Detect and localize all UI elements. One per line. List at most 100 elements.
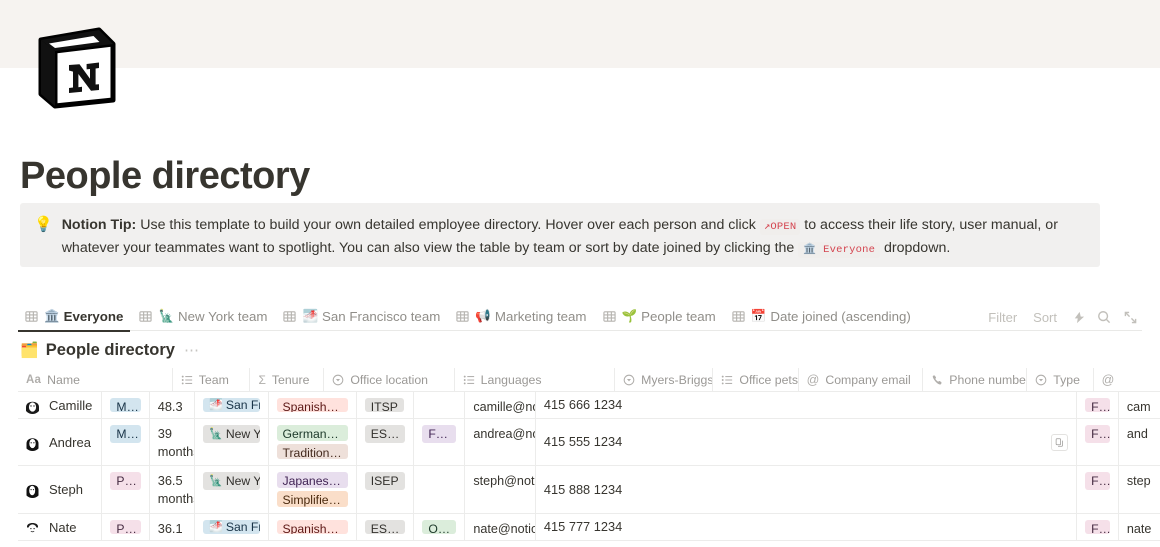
table-row[interactable]: Steph People 36.5 months 🗽New York Japanese … bbox=[18, 466, 1160, 514]
phone-icon bbox=[931, 374, 943, 386]
cell-company-email[interactable]: steph@notion.com bbox=[465, 466, 536, 513]
office-location-tag: 🗽New York bbox=[203, 472, 260, 490]
copy-icon[interactable] bbox=[1051, 433, 1069, 451]
cell-languages[interactable]: German - Intermediate Traditional Chinese… bbox=[269, 419, 357, 465]
cell-company-email[interactable]: andrea@notion.com bbox=[465, 419, 536, 465]
column-header-tenure[interactable]: Σ Tenure bbox=[250, 368, 325, 392]
cell-type[interactable]: Full time bbox=[1077, 392, 1119, 418]
cell-tenure[interactable]: 36.5 months bbox=[150, 466, 196, 513]
database-title-row: 🗂️ People directory ⋯ bbox=[20, 341, 200, 360]
cell-myers-briggs[interactable]: ESTP bbox=[357, 419, 415, 465]
column-header-label: Name bbox=[47, 373, 80, 387]
lightning-icon[interactable] bbox=[1066, 305, 1090, 329]
column-header-overflow[interactable]: @ bbox=[1094, 368, 1160, 392]
cell-team[interactable]: Marketing bbox=[102, 419, 150, 465]
office-label: New York bbox=[225, 427, 260, 441]
cell-name[interactable]: Andrea bbox=[18, 419, 103, 465]
myers-briggs-tag: ESTP bbox=[364, 425, 406, 443]
table-row[interactable]: Camille Marketing 48.3 months 🌁San Francisc… bbox=[18, 392, 1160, 419]
cell-myers-briggs[interactable]: ITSP bbox=[357, 392, 415, 418]
phone-number-value: 415 666 1234 bbox=[543, 397, 623, 412]
cell-overflow[interactable]: nate bbox=[1119, 514, 1160, 540]
search-icon[interactable] bbox=[1092, 305, 1116, 329]
cell-type[interactable]: Full time bbox=[1077, 466, 1119, 513]
cell-name[interactable]: Camille bbox=[18, 392, 103, 418]
cell-team[interactable]: People bbox=[102, 466, 150, 513]
column-header-type[interactable]: Type bbox=[1027, 368, 1094, 392]
language-tag: Simplified Chinese - Basic bbox=[276, 491, 348, 507]
cell-overflow[interactable]: and bbox=[1119, 419, 1160, 465]
notion-cube-logo-icon[interactable] bbox=[31, 20, 123, 112]
cell-company-email[interactable]: nate@notion.com bbox=[465, 514, 536, 540]
column-header-name[interactable]: Aa Name bbox=[18, 368, 173, 392]
office-location-tag: 🗽New York bbox=[203, 425, 260, 443]
column-header-label: Tenure bbox=[271, 373, 310, 387]
cell-myers-briggs[interactable]: ISEP bbox=[357, 466, 415, 513]
column-header-company-email[interactable]: @ Company email bbox=[799, 368, 924, 392]
view-tab-people-team[interactable]: 🌱 People team bbox=[596, 303, 723, 331]
column-header-languages[interactable]: Languages bbox=[455, 368, 616, 392]
column-header-myers-briggs[interactable]: Myers-Briggs bbox=[615, 368, 714, 392]
view-toolbar: Filter Sort bbox=[981, 303, 1142, 331]
title-icon: Aa bbox=[26, 374, 42, 386]
cell-tenure[interactable]: 39 months bbox=[150, 419, 196, 465]
cell-phone-number[interactable]: 415 555 1234 bbox=[536, 419, 1078, 465]
cell-office-pets[interactable]: Olive the d... bbox=[414, 514, 466, 540]
column-header-office-pets[interactable]: Office pets bbox=[713, 368, 799, 392]
cell-office-location[interactable]: 🌁San Francisco bbox=[195, 514, 269, 540]
filter-button[interactable]: Filter bbox=[981, 310, 1024, 325]
cell-phone-number[interactable]: 415 888 1234 bbox=[536, 466, 1078, 513]
table-row[interactable]: Nate People 36.1 months 🌁San Francisco Spani… bbox=[18, 514, 1160, 541]
database-title[interactable]: People directory bbox=[46, 341, 175, 360]
column-header-label: Office pets bbox=[739, 373, 798, 387]
view-tab-everyone[interactable]: 🏛️ Everyone bbox=[18, 303, 131, 332]
cell-team[interactable]: Marketing bbox=[102, 392, 150, 418]
cell-tenure[interactable]: 36.1 months bbox=[150, 514, 196, 540]
cell-team[interactable]: People bbox=[102, 514, 150, 540]
cell-office-location[interactable]: 🌁San Francisco bbox=[195, 392, 269, 418]
everyone-chip[interactable]: 🏛️ Everyone bbox=[798, 241, 881, 258]
office-emoji: 🗽 bbox=[209, 474, 223, 487]
open-chip[interactable]: ↗OPEN bbox=[759, 219, 801, 235]
view-tab-san-francisco-team[interactable]: 🌁 San Francisco team bbox=[276, 303, 447, 331]
cell-languages[interactable]: Spanish - Intermediate bbox=[269, 392, 357, 418]
team-tag: People bbox=[110, 520, 141, 534]
cell-overflow[interactable]: step bbox=[1119, 466, 1160, 513]
table-row[interactable]: Andrea Marketing 39 months 🗽New York German … bbox=[18, 419, 1160, 466]
view-tab-marketing-team[interactable]: 📢 Marketing team bbox=[449, 303, 593, 331]
cell-office-pets[interactable] bbox=[414, 392, 466, 418]
column-header-team[interactable]: Team bbox=[173, 368, 251, 392]
multiselect-icon bbox=[181, 374, 193, 386]
tenure-value: 39 months bbox=[157, 426, 194, 459]
team-tag: Marketing bbox=[110, 425, 141, 443]
cell-languages[interactable]: Japanese - Fluent Simplified Chinese - Ba… bbox=[269, 466, 357, 513]
expand-icon[interactable] bbox=[1118, 305, 1142, 329]
table-view-icon bbox=[602, 310, 616, 323]
column-header-phone-number[interactable]: Phone number bbox=[923, 368, 1028, 392]
cell-phone-number[interactable]: 415 777 1234 bbox=[536, 514, 1078, 540]
view-tab-date-joined-ascending[interactable]: 📅 Date joined (ascending) bbox=[725, 303, 918, 331]
everyone-chip-emoji: 🏛️ bbox=[803, 243, 817, 256]
cell-tenure[interactable]: 48.3 months bbox=[150, 392, 196, 418]
view-tab-new-york-team[interactable]: 🗽 New York team bbox=[132, 303, 274, 331]
cell-office-location[interactable]: 🗽New York bbox=[195, 419, 269, 465]
cell-office-pets[interactable] bbox=[414, 466, 466, 513]
cell-myers-briggs[interactable]: ESTJ bbox=[357, 514, 415, 540]
cell-name[interactable]: Steph bbox=[18, 466, 103, 513]
person-name: Nate bbox=[49, 519, 77, 535]
office-location-tag: 🌁San Francisco bbox=[203, 398, 260, 412]
cell-type[interactable]: Full time bbox=[1077, 419, 1119, 465]
cell-phone-number[interactable]: 415 666 1234 bbox=[536, 392, 1078, 418]
column-header-office-location[interactable]: Office location bbox=[324, 368, 455, 392]
avatar bbox=[24, 396, 41, 414]
multiselect-icon bbox=[463, 374, 475, 386]
cell-office-location[interactable]: 🗽New York bbox=[195, 466, 269, 513]
cell-type[interactable]: Full time bbox=[1077, 514, 1119, 540]
cell-overflow[interactable]: cam bbox=[1119, 392, 1160, 418]
database-more-icon[interactable]: ⋯ bbox=[184, 343, 200, 358]
cell-languages[interactable]: Spanish - Basic bbox=[269, 514, 357, 540]
cell-name[interactable]: Nate bbox=[18, 514, 103, 540]
sort-button[interactable]: Sort bbox=[1026, 310, 1064, 325]
cell-office-pets[interactable]: Fig the dog bbox=[414, 419, 466, 465]
cell-company-email[interactable]: camille@notion.com bbox=[465, 392, 536, 418]
